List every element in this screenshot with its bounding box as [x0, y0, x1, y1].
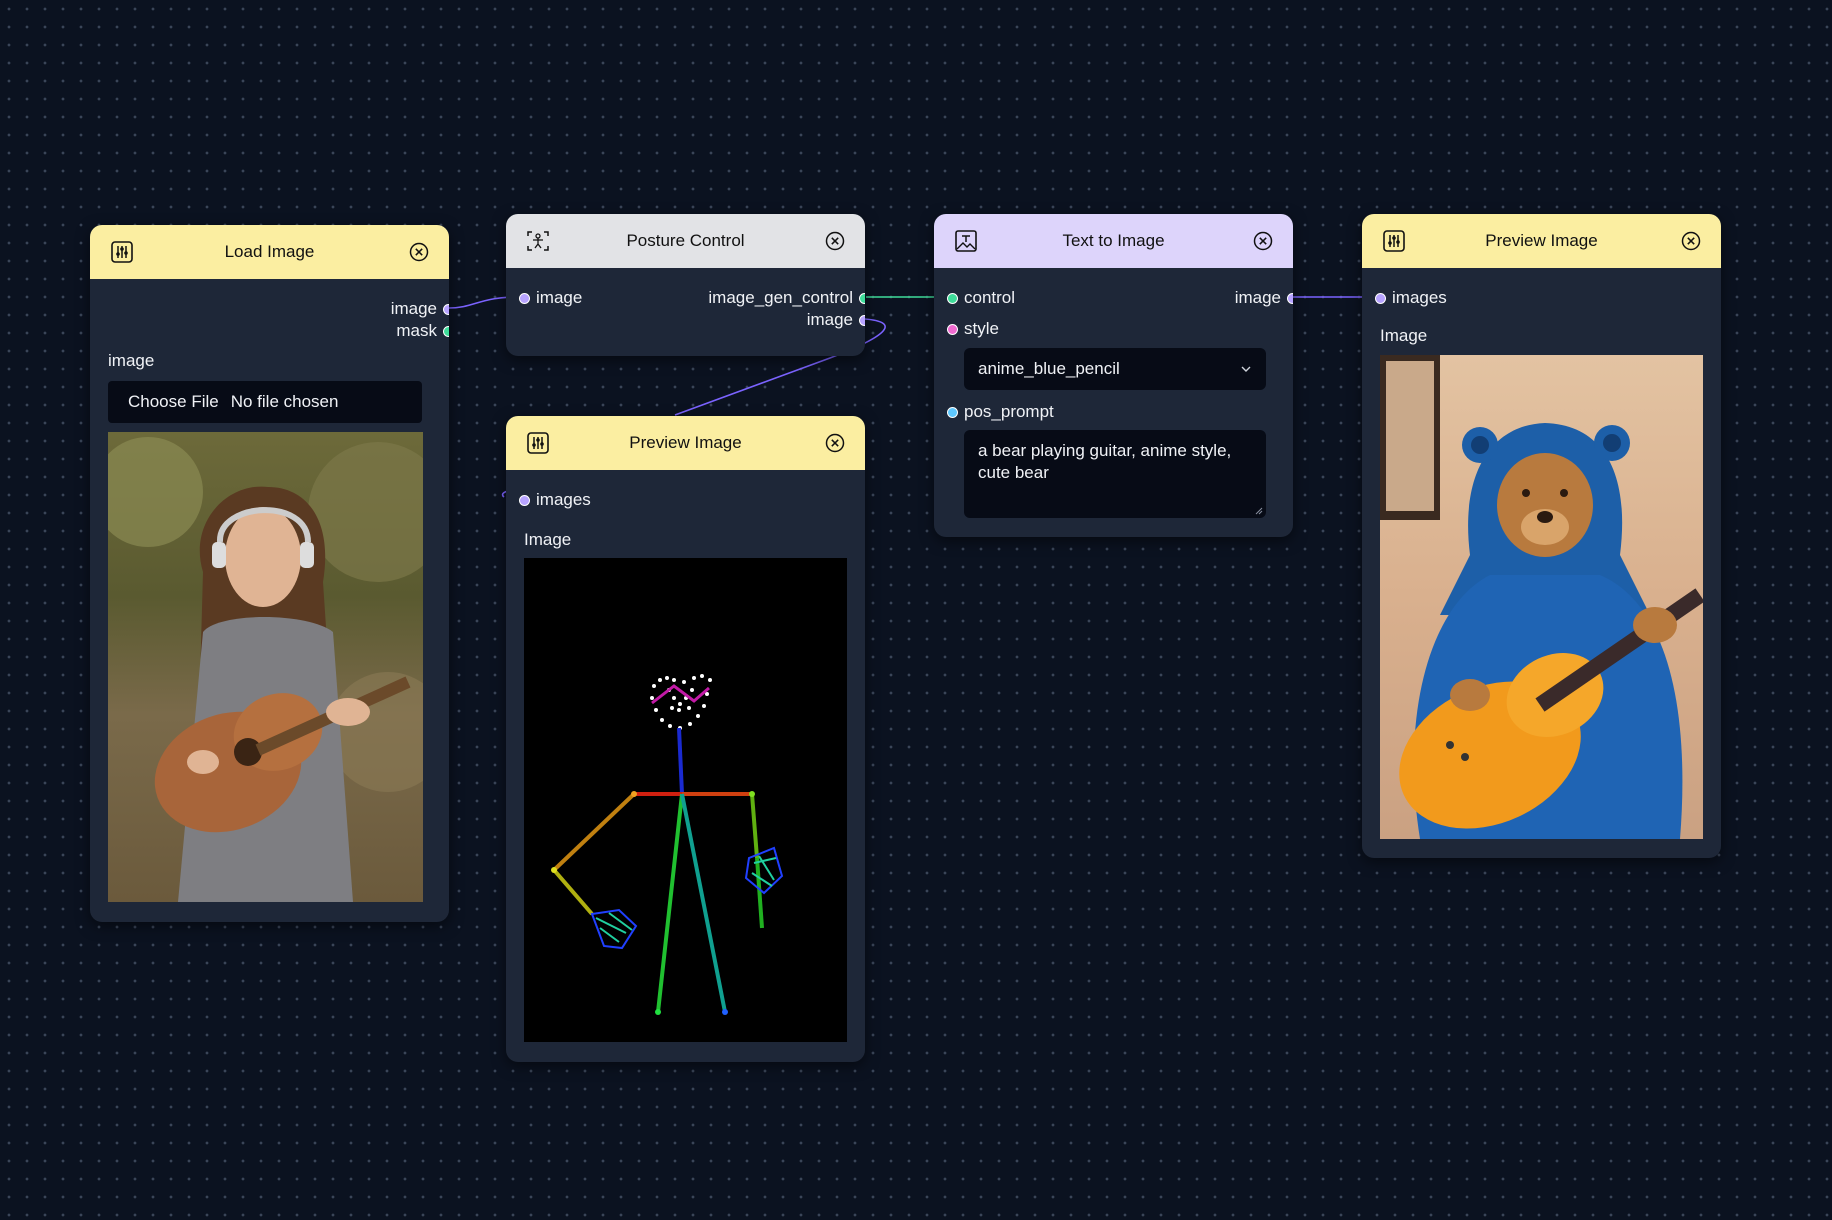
chevron-down-icon[interactable]: [1240, 363, 1252, 375]
image-text-icon: [955, 230, 977, 252]
preview-pose-header[interactable]: Preview Image: [506, 416, 865, 470]
close-icon[interactable]: [409, 242, 429, 262]
text-to-image-header[interactable]: Text to Image: [934, 214, 1293, 268]
close-icon[interactable]: [1253, 231, 1273, 251]
port-label: pos_prompt: [964, 402, 1054, 421]
image-section-label: Image: [524, 530, 572, 549]
output-port-image-gen-control[interactable]: image_gen_control: [708, 288, 865, 308]
input-port-style[interactable]: style: [947, 319, 999, 339]
port-dot[interactable]: [443, 325, 449, 337]
node-title: Preview Image: [1485, 231, 1598, 250]
node-title: Preview Image: [629, 433, 742, 452]
output-port-image[interactable]: image: [807, 310, 865, 330]
style-select-value: anime_blue_pencil: [978, 359, 1120, 378]
choose-file-button[interactable]: Choose File: [128, 392, 219, 412]
close-icon[interactable]: [825, 433, 845, 453]
sliders-icon: [527, 432, 549, 454]
input-port-images[interactable]: images: [519, 490, 591, 510]
port-label: images: [1392, 288, 1447, 307]
sliders-icon: [111, 241, 133, 263]
generated-bear-image: [1380, 355, 1703, 839]
input-port-images[interactable]: images: [1375, 288, 1447, 308]
port-label: image: [806, 310, 853, 329]
pose-scan-icon: [527, 231, 549, 251]
preview-pose-node[interactable]: Preview Image images Image: [506, 416, 865, 1062]
port-label: style: [964, 319, 999, 338]
file-chooser[interactable]: Choose File No file chosen: [108, 381, 422, 423]
load-image-header[interactable]: Load Image: [90, 225, 449, 279]
port-label: image: [390, 299, 437, 318]
prompt-textarea[interactable]: a bear playing guitar, anime style, cute…: [964, 430, 1266, 518]
port-label: images: [536, 490, 591, 509]
port-label: image: [536, 288, 583, 307]
port-dot[interactable]: [859, 314, 865, 326]
preview-result-header[interactable]: Preview Image: [1362, 214, 1721, 268]
port-dot[interactable]: [947, 292, 958, 304]
image-section-label: Image: [1380, 326, 1428, 345]
posture-control-header[interactable]: Posture Control: [506, 214, 865, 268]
posture-control-node[interactable]: Posture Control image image_gen_control …: [506, 214, 865, 356]
load-image-node[interactable]: Load Image image mask image Choose File …: [90, 225, 449, 922]
style-select[interactable]: anime_blue_pencil: [964, 348, 1266, 390]
port-label: control: [964, 288, 1016, 307]
pose-skeleton-illustration: [551, 674, 784, 1015]
port-label: image: [1234, 288, 1281, 307]
port-dot[interactable]: [519, 292, 530, 304]
node-title: Posture Control: [626, 231, 745, 250]
bear-guitar-illustration: [1380, 355, 1703, 839]
output-port-image[interactable]: image: [329, 299, 449, 319]
port-dot[interactable]: [1375, 292, 1386, 304]
port-label: mask: [396, 321, 437, 340]
sliders-icon: [1383, 230, 1405, 252]
port-dot[interactable]: [519, 494, 530, 506]
input-port-image[interactable]: image: [519, 288, 582, 308]
output-port-mask[interactable]: mask: [329, 321, 449, 341]
input-port-control[interactable]: control: [947, 288, 1015, 308]
port-dot[interactable]: [1287, 292, 1293, 304]
node-title: Text to Image: [1062, 231, 1165, 250]
node-title: Load Image: [224, 242, 315, 261]
preview-result-node[interactable]: Preview Image images Image: [1362, 214, 1721, 858]
pose-skeleton-image: [524, 558, 847, 1042]
output-port-image[interactable]: image: [1235, 288, 1293, 308]
prompt-text: a bear playing guitar, anime style, cute…: [978, 441, 1232, 482]
close-icon[interactable]: [825, 231, 845, 251]
text-to-image-node[interactable]: Text to Image control image style anime_…: [934, 214, 1293, 537]
loaded-photo: [108, 432, 423, 902]
input-port-pos-prompt[interactable]: pos_prompt: [947, 402, 1054, 422]
file-status-text: No file chosen: [230, 392, 339, 411]
girl-guitar-illustration: [108, 437, 423, 902]
close-icon[interactable]: [1681, 231, 1701, 251]
port-dot[interactable]: [443, 303, 449, 315]
port-dot[interactable]: [947, 406, 958, 418]
port-dot[interactable]: [947, 323, 958, 335]
port-dot[interactable]: [859, 292, 865, 304]
port-label: image_gen_control: [708, 288, 853, 307]
image-section-label: image: [108, 351, 155, 370]
resize-handle-icon[interactable]: [1255, 507, 1263, 515]
